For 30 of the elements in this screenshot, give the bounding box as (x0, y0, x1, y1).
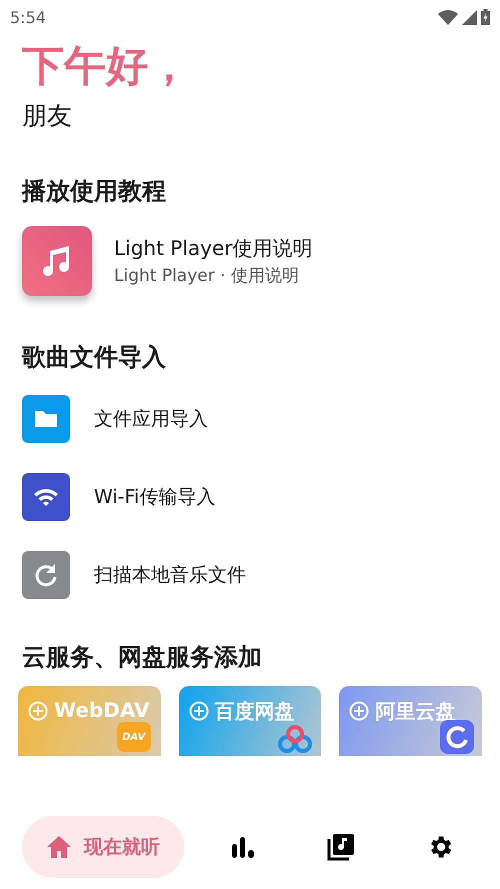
greeting-name: 朋友 (22, 100, 73, 132)
cloud-logo (440, 720, 474, 754)
music-note-icon[interactable] (22, 226, 92, 296)
wifi-signal-icon (438, 10, 458, 24)
refresh-icon[interactable] (22, 551, 70, 599)
card-label: 阿里云盘 (375, 698, 456, 725)
bar-chart-icon (231, 836, 256, 858)
cloud-logo: DAV (116, 722, 151, 752)
cell-signal-icon (462, 10, 477, 24)
cloud-logo (277, 724, 314, 754)
item-subtitle: Light Player · 使用说明 (114, 265, 300, 288)
item-title[interactable]: Light Player使用说明 (114, 233, 313, 263)
section-title: 云服务、网盘服务添加 (22, 642, 263, 673)
battery-icon (481, 9, 490, 25)
add-icon (188, 701, 209, 721)
music-library-icon (326, 833, 355, 861)
greeting-title: 下午好， (22, 40, 191, 92)
folder-icon[interactable] (22, 395, 70, 443)
section-title: 播放使用教程 (22, 176, 167, 207)
import-option[interactable]: 文件应用导入 (94, 406, 208, 432)
home-icon (46, 835, 72, 859)
import-option[interactable]: 扫描本地音乐文件 (94, 562, 246, 588)
import-option[interactable]: Wi-Fi传输导入 (94, 484, 216, 510)
status-time: 5:54 (10, 8, 46, 26)
wifi-icon[interactable] (22, 473, 70, 521)
add-icon (28, 701, 48, 721)
card-label: WebDAV (54, 698, 150, 722)
card-label: 百度网盘 (214, 698, 295, 725)
section-title: 歌曲文件导入 (22, 342, 167, 373)
add-icon (349, 701, 370, 721)
